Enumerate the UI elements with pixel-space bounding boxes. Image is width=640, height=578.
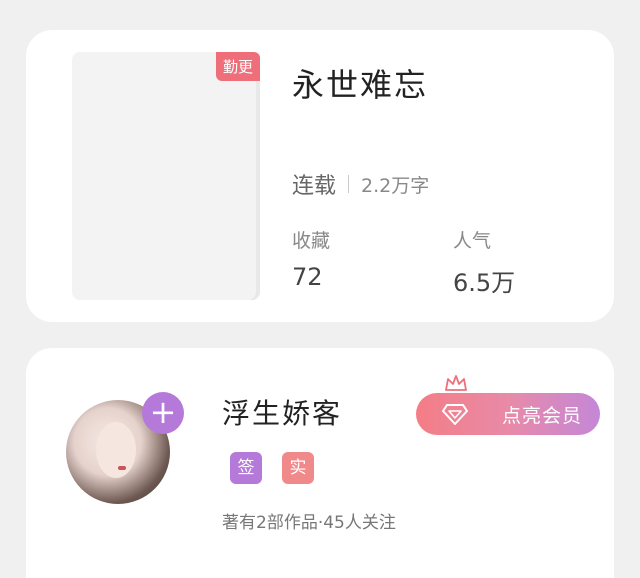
meta-divider bbox=[348, 175, 350, 193]
favorites-value: 72 bbox=[292, 263, 323, 291]
vip-button[interactable]: 点亮会员 bbox=[416, 393, 600, 435]
serial-status: 连载 bbox=[292, 174, 337, 199]
vip-label: 点亮会员 bbox=[502, 404, 583, 427]
favorites-label: 收藏 bbox=[292, 230, 331, 252]
book-card[interactable]: 勤更 永世难忘 连载 2.2万字 收藏 72 人气 6.5万 bbox=[26, 30, 614, 322]
favorites-stat: 收藏 72 bbox=[292, 226, 330, 291]
avatar-lips bbox=[118, 466, 126, 470]
verified-tag: 实 bbox=[282, 452, 314, 484]
book-title[interactable]: 永世难忘 bbox=[292, 60, 428, 106]
diamond-icon bbox=[442, 404, 468, 425]
word-count: 2.2万字 bbox=[361, 174, 430, 197]
avatar-face bbox=[96, 422, 136, 478]
author-info: 著有2部作品·45人关注 bbox=[222, 513, 396, 533]
popularity-stat: 人气 6.5万 bbox=[453, 226, 515, 298]
signed-tag: 签 bbox=[230, 452, 262, 484]
book-meta: 连载 2.2万字 bbox=[292, 168, 429, 200]
author-name[interactable]: 浮生娇客 bbox=[222, 392, 342, 432]
crown-icon bbox=[445, 375, 467, 391]
popularity-value: 6.5万 bbox=[453, 269, 516, 297]
book-cover[interactable]: 勤更 bbox=[72, 52, 260, 300]
popularity-label: 人气 bbox=[453, 230, 492, 252]
update-badge: 勤更 bbox=[215, 52, 260, 81]
follow-button[interactable]: + bbox=[142, 392, 184, 434]
author-card: + 浮生娇客 签 实 著有2部作品·45人关注 点亮会员 bbox=[26, 348, 614, 578]
